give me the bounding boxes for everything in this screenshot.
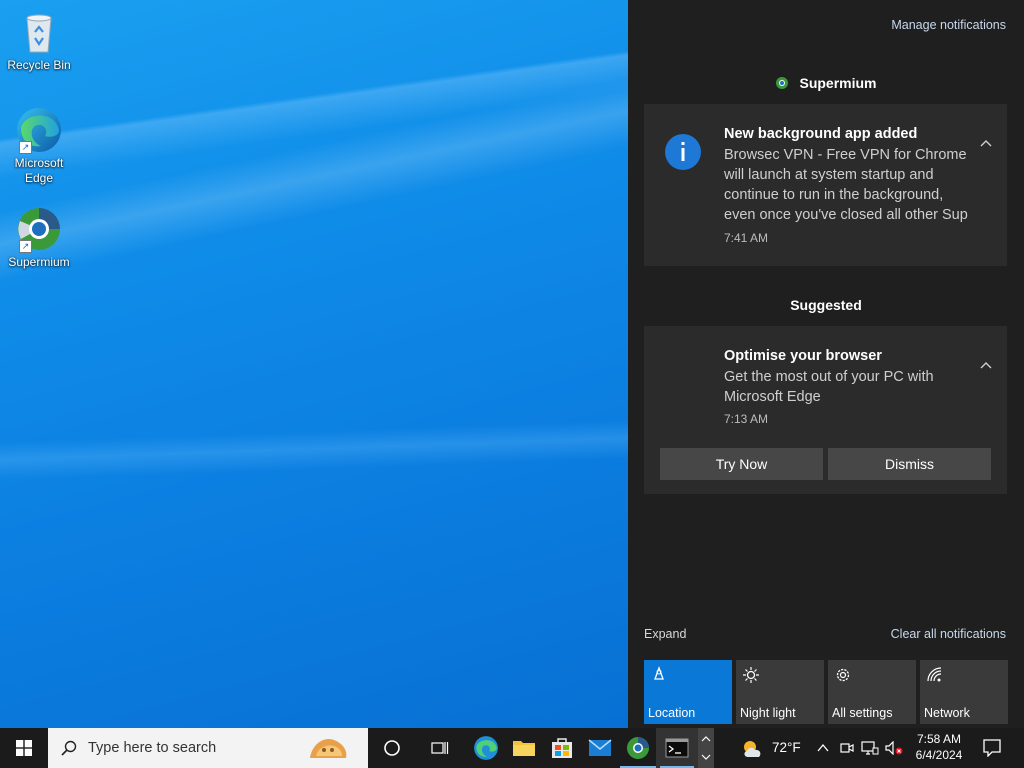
cortana-button[interactable] xyxy=(370,728,414,768)
notification-body-line: Microsoft Edge xyxy=(724,389,821,405)
recycle-bin-icon xyxy=(15,8,63,56)
action-center: Manage notifications Supermium New backg… xyxy=(628,0,1024,728)
quick-action-label: Night light xyxy=(740,706,796,720)
location-icon xyxy=(650,666,668,684)
edge-icon: ↗ xyxy=(15,106,63,154)
folder-icon xyxy=(513,741,535,756)
supermium-small-icon xyxy=(775,76,789,90)
notification-icon xyxy=(983,739,1001,757)
chevron-up-icon[interactable] xyxy=(979,137,993,151)
taskbar-search-box[interactable]: Type here to search xyxy=(48,728,368,768)
network-tray-icon[interactable] xyxy=(858,728,882,768)
show-hidden-icons-button[interactable] xyxy=(812,728,834,768)
wallpaper-light-glow xyxy=(0,330,628,590)
weather-temperature[interactable]: 72°F xyxy=(772,740,801,755)
task-view-icon xyxy=(431,742,449,754)
desktop-icon-recycle-bin[interactable]: Recycle Bin xyxy=(1,8,77,73)
terminal-icon xyxy=(665,738,689,758)
taskbar-supermium[interactable] xyxy=(616,728,660,768)
notification-body: Browsec VPN - Free VPN for Chrome will l… xyxy=(724,145,974,225)
volume-muted-icon[interactable] xyxy=(882,728,906,768)
cortana-icon xyxy=(384,740,400,756)
wallpaper-light-beam xyxy=(0,40,628,340)
chevron-up-icon xyxy=(701,736,711,742)
notification-card-background-app[interactable]: New background app added Browsec VPN - F… xyxy=(644,104,1007,266)
task-view-button[interactable] xyxy=(418,728,462,768)
network-icon xyxy=(926,666,944,684)
info-icon xyxy=(665,134,701,170)
desktop-icon-label: Microsoft Edge xyxy=(14,156,64,185)
gear-icon xyxy=(834,666,852,684)
taskbar-scroll-control[interactable] xyxy=(698,728,714,768)
chevron-down-icon xyxy=(701,754,711,760)
search-icon xyxy=(60,739,78,757)
clock-date: 6/4/2024 xyxy=(915,748,963,762)
taskbar: Type here to search 72°F 7:58 AM 6/4/202… xyxy=(0,728,1024,768)
notification-body-line: even once you've closed all other Sup xyxy=(724,207,968,223)
desktop-icon-edge[interactable]: ↗ Microsoft Edge xyxy=(1,106,77,186)
group-title: Supermium xyxy=(799,75,877,91)
search-placeholder: Type here to search xyxy=(88,740,217,756)
action-center-button[interactable] xyxy=(974,728,1010,768)
manage-notifications-link[interactable]: Manage notifications xyxy=(891,18,1006,32)
night-light-icon xyxy=(742,666,760,684)
quick-action-network[interactable]: Network xyxy=(920,660,1008,724)
edge-icon xyxy=(474,736,498,760)
chevron-up-icon xyxy=(817,743,829,752)
notification-card-suggested[interactable]: Optimise your browser Get the most out o… xyxy=(644,326,1007,494)
quick-action-night-light[interactable]: Night light xyxy=(736,660,824,724)
meet-now-icon[interactable] xyxy=(836,728,858,768)
notification-title: Optimise your browser xyxy=(724,348,882,364)
quick-action-label: Location xyxy=(648,706,696,720)
dismiss-button[interactable]: Dismiss xyxy=(828,448,991,480)
store-icon xyxy=(552,738,572,758)
notification-body-line: Browsec VPN - Free VPN for Chrome xyxy=(724,147,967,163)
desktop-icon-label: Supermium xyxy=(8,255,70,269)
supermium-icon xyxy=(627,737,649,759)
desktop-icon-supermium[interactable]: ↗ Supermium xyxy=(1,205,77,270)
clear-all-notifications-link[interactable]: Clear all notifications xyxy=(891,627,1006,641)
clock-time: 7:58 AM xyxy=(916,732,962,746)
start-button[interactable] xyxy=(0,728,48,768)
search-highlight-icon xyxy=(306,732,350,764)
shortcut-arrow-icon: ↗ xyxy=(19,141,32,154)
mail-icon xyxy=(588,739,612,756)
notification-body: Get the most out of your PC with Microso… xyxy=(724,367,974,407)
notification-time: 7:13 AM xyxy=(724,412,769,426)
notification-body-line: continue to run in the background, xyxy=(724,187,944,203)
quick-action-label: All settings xyxy=(832,706,893,720)
expand-link[interactable]: Expand xyxy=(644,627,686,641)
desktop: Recycle Bin ↗ Microsoft Edge ↗ Supermium xyxy=(0,0,628,728)
notification-group-supermium: Supermium xyxy=(628,75,1024,91)
weather-icon[interactable] xyxy=(738,728,768,768)
try-now-button[interactable]: Try Now xyxy=(660,448,823,480)
quick-action-label: Network xyxy=(924,706,970,720)
shortcut-arrow-icon: ↗ xyxy=(19,240,32,253)
system-clock[interactable]: 7:58 AM 6/4/2024 xyxy=(908,731,970,763)
chevron-up-icon[interactable] xyxy=(979,359,993,373)
notification-time: 7:41 AM xyxy=(724,231,769,245)
taskbar-terminal[interactable] xyxy=(656,728,698,768)
notification-group-suggested: Suggested xyxy=(790,297,862,313)
quick-action-location[interactable]: Location xyxy=(644,660,732,724)
desktop-icon-label: Recycle Bin xyxy=(7,58,71,72)
quick-action-all-settings[interactable]: All settings xyxy=(828,660,916,724)
windows-logo-icon xyxy=(16,740,32,756)
notification-body-line: will launch at system startup and xyxy=(724,167,934,183)
notification-title: New background app added xyxy=(724,126,918,142)
supermium-icon: ↗ xyxy=(15,205,63,253)
notification-body-line: Get the most out of your PC with xyxy=(724,369,934,385)
